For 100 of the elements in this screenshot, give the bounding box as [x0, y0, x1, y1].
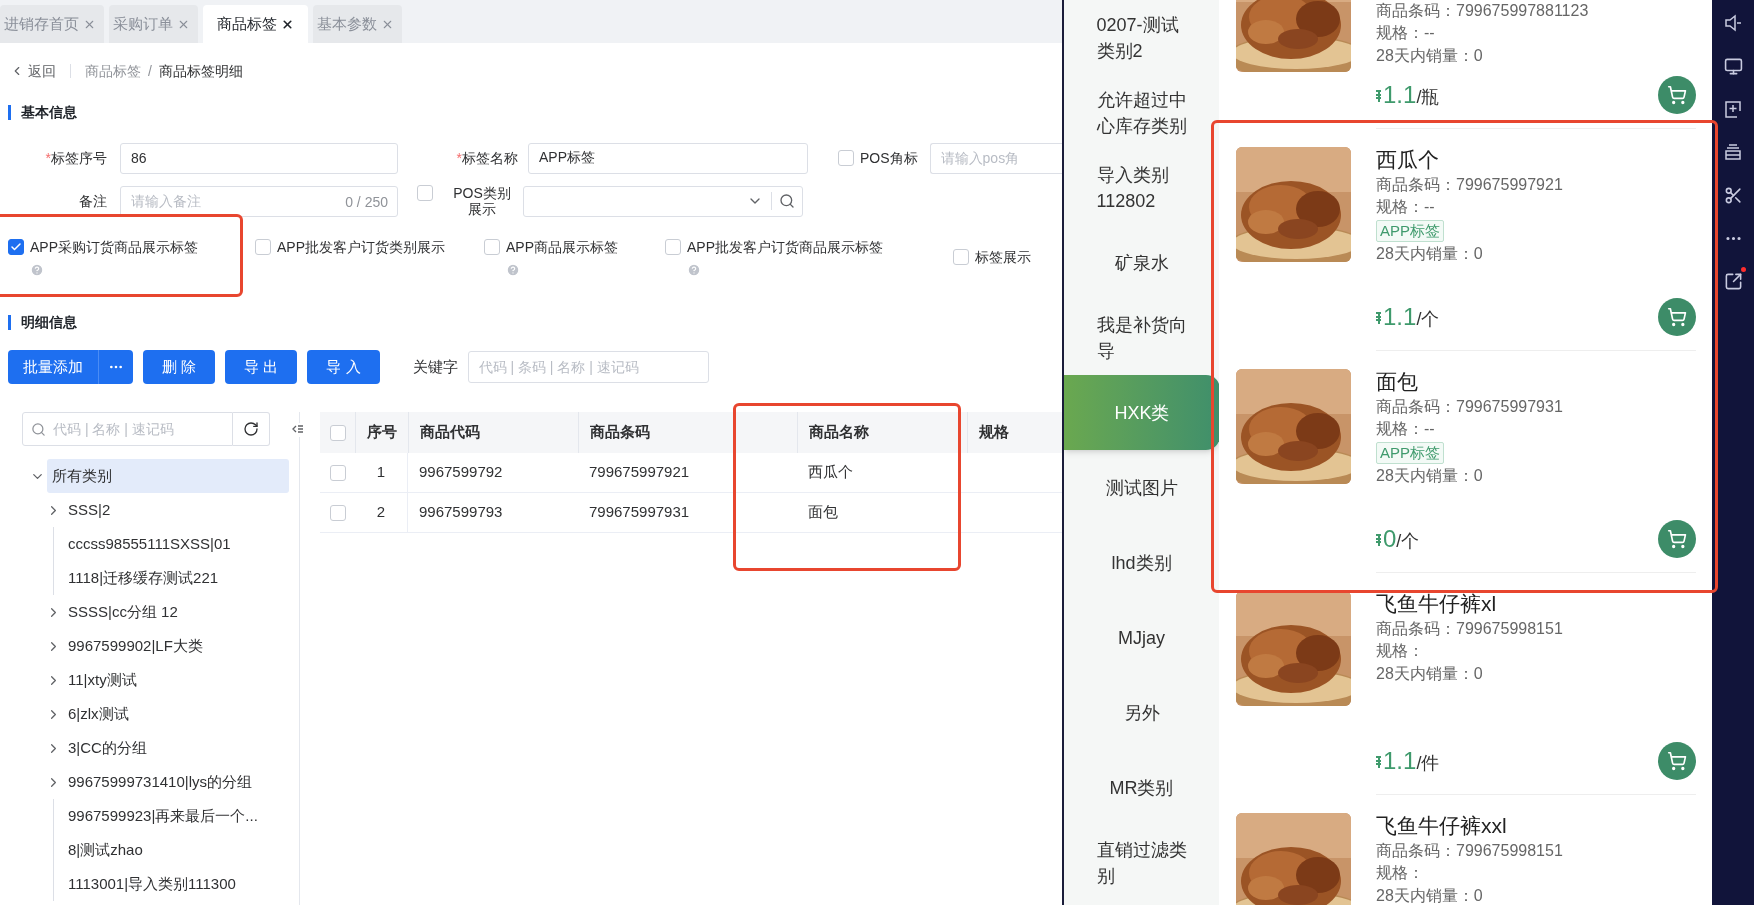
cart-icon [1667, 307, 1687, 327]
checkbox-label: POS类别展示 [452, 185, 512, 217]
product-sales: 28天内销量：0 [1376, 466, 1484, 486]
table-cell-text: 9967599792 [419, 462, 503, 483]
category-item[interactable]: 我是补货向导 [1064, 300, 1219, 375]
category-item[interactable]: 允许超过中心库存类别 [1064, 75, 1219, 150]
select-field[interactable] [523, 185, 803, 217]
product-sales: 28天内销量：0 [1376, 244, 1484, 264]
field-label: *标签名称 [455, 148, 518, 168]
currency-icon [1376, 532, 1381, 546]
category-item[interactable]: 另外 [1064, 675, 1219, 750]
tree-item[interactable]: 1118|迁移缓存测试221 [63, 561, 224, 595]
input-field[interactable]: 86 [120, 142, 398, 174]
action-button[interactable]: 导 出 [225, 350, 298, 384]
keyword-label: 关键字 [412, 356, 458, 377]
product-price: 1.1 [1383, 746, 1417, 776]
product-spec: 规格：-- [1376, 419, 1436, 439]
input-field[interactable]: 请输入pos角 [929, 142, 1062, 174]
product-sales: 28天内销量：0 [1376, 886, 1484, 905]
tree-item[interactable]: 99675999731410|lys的分组 [63, 765, 258, 799]
char-counter: 0 / 250 [345, 192, 388, 212]
product-unit: /个 [1396, 531, 1420, 553]
category-item[interactable]: 导入类别112802 [1064, 150, 1219, 225]
column-header: 商品代码 [420, 422, 480, 443]
table-cell-text: 9967599793 [419, 502, 503, 523]
tree-search-field[interactable]: 代码 | 名称 | 速记码 [22, 412, 233, 446]
field-label: *标签序号 [44, 148, 107, 168]
category-item[interactable]: MJjay [1064, 600, 1219, 675]
tree-item[interactable]: 3|CC的分组 [63, 731, 152, 765]
refresh-icon [243, 421, 259, 437]
category-item[interactable]: 矿泉水 [1064, 225, 1219, 300]
input-field[interactable]: APP标签 [528, 142, 808, 174]
batch-add-button[interactable]: 批量添加 [8, 350, 98, 384]
row-checkbox[interactable] [329, 504, 346, 521]
category-item[interactable]: 直销过滤类别 [1064, 825, 1219, 900]
tree-item[interactable]: 1113001|导入类别111300 [63, 867, 241, 901]
column-header: 序号 [367, 422, 397, 443]
product-name: 飞鱼牛仔裤xl [1376, 591, 1498, 617]
checkbox-label: APP采购订货商品展示标签 [30, 238, 198, 257]
product-barcode: 商品条码：799675998151 [1376, 841, 1564, 861]
checkbox-label: APP批发客户订货商品展示标签 [687, 238, 883, 257]
tree-item[interactable]: 所有类别 [47, 459, 289, 493]
column-header: 商品条码 [590, 422, 650, 443]
tree-item[interactable]: SSS|2 [63, 493, 116, 527]
product-name: 飞鱼牛仔裤xxl [1376, 813, 1508, 839]
product-spec: 规格： [1376, 863, 1425, 883]
close-icon[interactable] [281, 17, 294, 31]
tree-item[interactable]: 9967599902|LF大类 [63, 629, 208, 663]
tree-item[interactable]: cccss98555111SXSS|01 [63, 527, 236, 561]
cart-button[interactable] [1658, 742, 1696, 780]
install-icon[interactable] [1722, 98, 1744, 120]
cart-button[interactable] [1658, 76, 1696, 114]
table-cell-text: 2 [376, 502, 386, 523]
checkbox-label: APP批发客户订货类别展示 [277, 238, 446, 257]
search-icon[interactable] [779, 193, 795, 209]
checkbox-label: 标签展示 [975, 248, 1031, 267]
row-checkbox[interactable] [329, 464, 346, 481]
table-cell-text: 西瓜个 [808, 462, 853, 483]
product-price: 1.1 [1383, 302, 1417, 332]
action-button[interactable]: 删 除 [143, 350, 216, 384]
breadcrumb-separator: / [148, 61, 152, 81]
product-sales: 28天内销量：0 [1376, 46, 1484, 66]
volume-down-icon[interactable] [1722, 12, 1744, 34]
table-cell-text: 799675997921 [589, 462, 690, 483]
select-all-checkbox[interactable] [329, 424, 346, 441]
product-barcode: 商品条码：799675997921 [1376, 175, 1564, 195]
action-button[interactable]: 导 入 [307, 350, 380, 384]
product-spec: 规格：-- [1376, 23, 1436, 43]
product-sales: 28天内销量：0 [1376, 664, 1484, 684]
checkbox[interactable] [8, 239, 24, 255]
category-item[interactable]: 测试图片 [1064, 450, 1219, 525]
tab[interactable]: 商品标签 [203, 5, 308, 43]
column-header: 规格 [979, 422, 1009, 443]
product-spec: 规格： [1376, 641, 1425, 661]
product-spec: 规格：-- [1376, 197, 1436, 217]
product-tag: APP标签 [1376, 220, 1444, 242]
stack-icon[interactable] [1722, 141, 1744, 163]
cart-button[interactable] [1658, 298, 1696, 336]
tree-item[interactable]: 9967599923|再来最后一个... [63, 799, 263, 833]
table-cell-text: 799675997931 [589, 502, 690, 523]
category-item[interactable]: 0207-测试类别2 [1064, 0, 1219, 75]
category-item[interactable]: MR类别 [1064, 750, 1219, 825]
cart-icon [1667, 529, 1687, 549]
tree-item[interactable]: 6|zlx测试 [63, 697, 134, 731]
product-name: 面包 [1376, 369, 1419, 395]
section-title: 明细信息 [21, 312, 77, 332]
tree-item[interactable]: 8|测试zhao [63, 833, 148, 867]
currency-icon [1376, 88, 1381, 102]
refresh-button[interactable] [233, 412, 270, 446]
cart-icon [1667, 751, 1687, 771]
cart-button[interactable] [1658, 520, 1696, 558]
back-link[interactable]: 返回 [10, 60, 56, 82]
product-price: 1.1 [1383, 80, 1417, 110]
checkbox-label: APP商品展示标签 [506, 238, 618, 257]
category-item[interactable]: lhd类别 [1064, 525, 1219, 600]
table-cell-text: 面包 [808, 502, 838, 523]
section-title: 基本信息 [21, 102, 77, 122]
keyword-field[interactable]: 代码 | 条码 | 名称 | 速记码 [467, 351, 709, 383]
tree-item[interactable]: 11|xty测试 [63, 663, 142, 697]
tree-item[interactable]: SSSS|cc分组 12 [63, 595, 183, 629]
